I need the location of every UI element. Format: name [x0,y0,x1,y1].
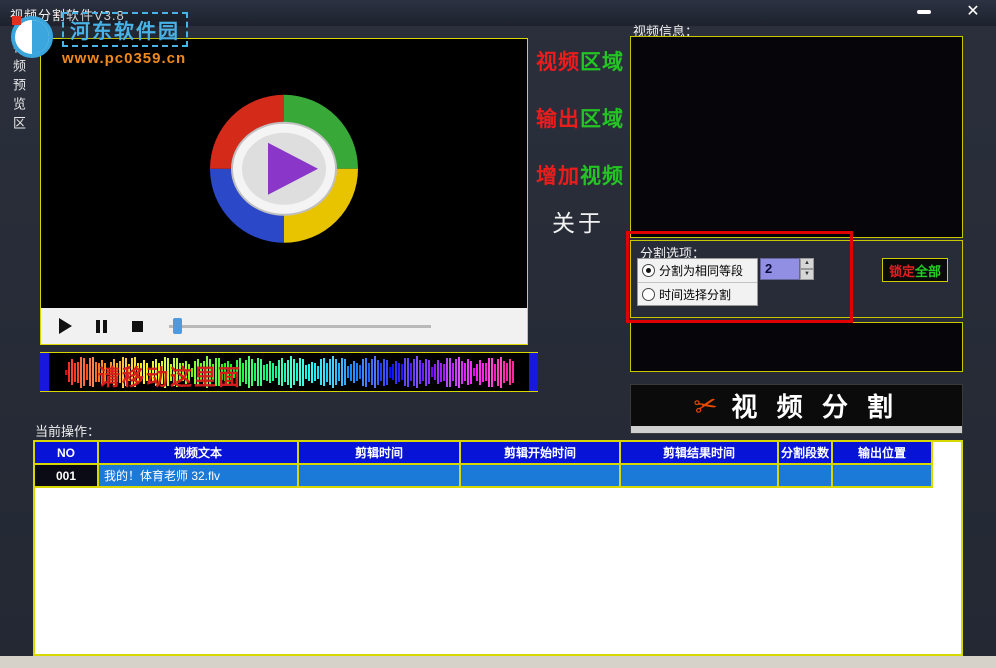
split-video-button-label: 视 频 分 割 [731,387,899,424]
nav-about[interactable]: 关于 [552,204,604,238]
cell-no: 001 [35,465,99,488]
header-segment-count: 分割段数 [779,442,833,465]
app-window: 视频分割软件V3.8 ✕ 视频预览区 河东软件园 www.pc0359.cn [0,0,996,668]
nav-output-area[interactable]: 输出区域 [536,103,624,133]
header-video-text: 视频文本 [99,442,299,465]
watermark-site-url: www.pc0359.cn [62,50,188,67]
player-controls [41,308,527,344]
radio-equal-icon [642,264,655,277]
waveform-overlay-text: 请移动这里面 [98,360,242,392]
stepper-up-button[interactable]: ▲ [800,258,814,269]
table-header-row: NO 视频文本 剪辑时间 剪辑开始时间 剪辑结果时间 分割段数 输出位置 [35,442,961,465]
cell-segment-count [779,465,833,488]
table-row[interactable]: 001 我的！体育老师 32.flv [35,465,961,488]
minimize-button[interactable] [906,0,942,24]
play-icon [59,318,72,334]
stop-button[interactable] [123,313,151,339]
split-options-radio-panel: 分割为相同等段 时间选择分割 [637,258,758,306]
header-output-location: 输出位置 [833,442,933,465]
seek-thumb[interactable] [173,318,182,334]
close-button[interactable]: ✕ [954,0,992,24]
video-screen [41,39,527,308]
cell-clip-time [299,465,461,488]
header-clip-start-time: 剪辑开始时间 [461,442,621,465]
pause-icon [96,320,107,333]
stop-icon [132,321,143,332]
watermark-site-name: 河东软件园 [62,12,188,47]
header-filler [933,442,961,465]
seek-track[interactable] [169,325,431,328]
window-bottom-strip [0,656,996,668]
segments-count-input[interactable]: 2 [760,258,800,280]
radio-equal-segments[interactable]: 分割为相同等段 [638,259,757,282]
stepper-down-button[interactable]: ▼ [800,269,814,280]
watermark-logo-icon [8,12,56,60]
nav-video-area[interactable]: 视频区域 [536,46,624,76]
header-clip-result-time: 剪辑结果时间 [621,442,779,465]
split-button-bevel [631,426,962,433]
header-clip-time: 剪辑时间 [299,442,461,465]
seek-slider[interactable] [169,317,431,335]
cell-clip-result-time [621,465,779,488]
lock-all-button[interactable]: 锁定 全部 [882,258,948,282]
site-watermark: 河东软件园 www.pc0359.cn [8,12,188,67]
header-no: NO [35,442,99,465]
radio-time-icon [642,288,655,301]
output-info-box [630,322,963,372]
row-filler [933,465,961,488]
current-operation-label: 当前操作： [35,421,100,440]
audio-waveform-strip[interactable]: 请移动这里面 [40,352,538,392]
radio-time-select[interactable]: 时间选择分割 [638,282,757,306]
video-player-panel [40,38,528,345]
video-info-box [630,36,963,238]
cell-clip-start-time [461,465,621,488]
operations-table: NO 视频文本 剪辑时间 剪辑开始时间 剪辑结果时间 分割段数 输出位置 001… [33,440,963,656]
media-player-logo-icon [194,90,374,250]
waveform-left-cap [40,353,49,391]
waveform-right-cap [529,353,538,391]
pause-button[interactable] [87,313,115,339]
split-video-button[interactable]: ✂ 视 频 分 割 [630,384,963,434]
scissors-icon: ✂ [691,387,721,424]
minimize-icon [917,10,931,14]
segments-stepper: ▲ ▼ [800,258,814,280]
nav-add-video[interactable]: 增加视频 [536,160,624,190]
play-button[interactable] [51,313,79,339]
cell-output-location [833,465,933,488]
cell-video-text: 我的！体育老师 32.flv [99,465,299,488]
